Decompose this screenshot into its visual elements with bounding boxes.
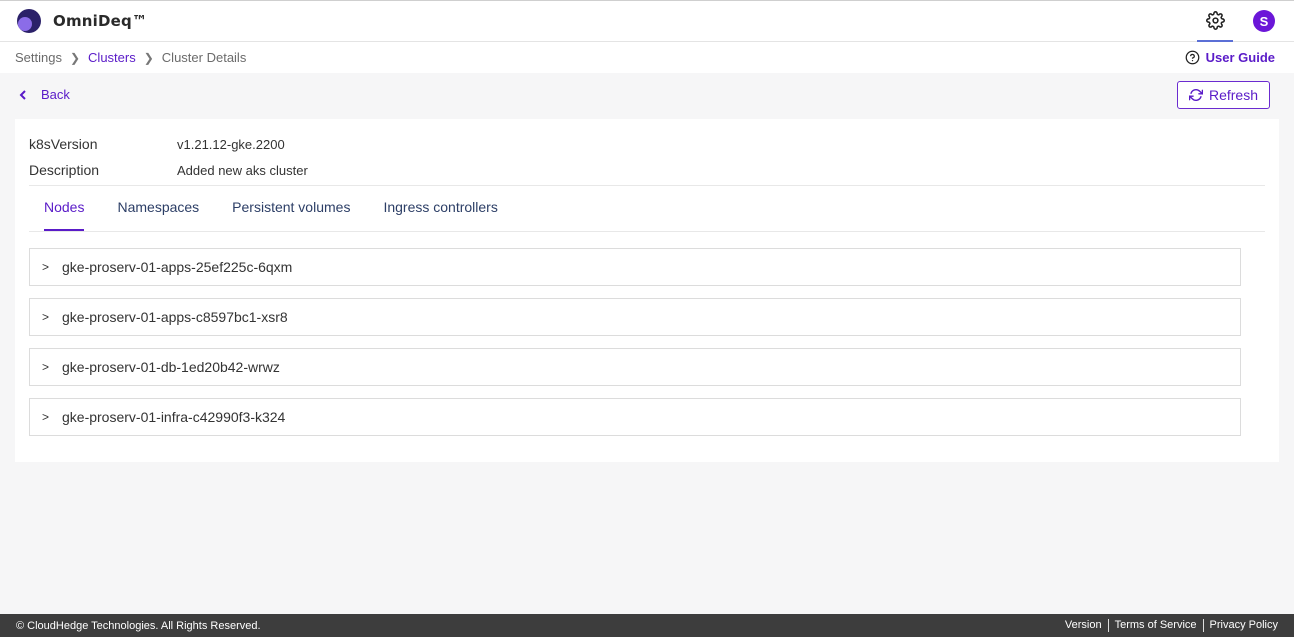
copyright-text: © CloudHedge Technologies. All Rights Re… — [16, 619, 261, 632]
help-circle-icon — [1185, 50, 1200, 65]
meta-key-description: Description — [29, 162, 100, 178]
list-item[interactable]: > gke-proserv-01-apps-c8597bc1-xsr8 — [29, 298, 1241, 336]
back-button[interactable]: Back — [19, 87, 70, 102]
footer-links: Version Terms of Service Privacy Policy — [1059, 619, 1278, 632]
chevron-right-icon: > — [42, 260, 50, 274]
meta-row: Description Added new aks cluster — [29, 157, 1265, 183]
tab-namespaces[interactable]: Namespaces — [117, 185, 199, 231]
tab-bar: Nodes Namespaces Persistent volumes Ingr… — [29, 185, 1265, 232]
tab-persistent-volumes[interactable]: Persistent volumes — [232, 185, 350, 231]
chevron-right-icon: > — [42, 360, 50, 374]
node-name: gke-proserv-01-db-1ed20b42-wrwz — [62, 359, 280, 375]
list-item[interactable]: > gke-proserv-01-apps-25ef225c-6qxm — [29, 248, 1241, 286]
meta-value-description: Added new aks cluster — [177, 162, 308, 178]
node-name: gke-proserv-01-infra-c42990f3-k324 — [62, 409, 286, 425]
breadcrumb: Settings ❯ Clusters ❯ Cluster Details — [15, 50, 246, 65]
refresh-button[interactable]: Refresh — [1176, 80, 1270, 109]
version-link[interactable]: Version — [1059, 619, 1108, 632]
refresh-icon — [1188, 88, 1203, 101]
user-avatar[interactable]: S — [1253, 10, 1275, 32]
meta-key-k8sversion: k8sVersion — [29, 136, 98, 152]
top-bar: OmniDeq™ S — [0, 1, 1294, 42]
omnideq-logo-icon — [17, 9, 41, 33]
chevron-right-icon: ❯ — [69, 50, 81, 65]
chevron-right-icon: > — [42, 310, 50, 324]
tab-nodes[interactable]: Nodes — [44, 185, 85, 231]
list-item[interactable]: > gke-proserv-01-db-1ed20b42-wrwz — [29, 348, 1241, 386]
brand[interactable]: OmniDeq™ — [17, 9, 147, 33]
back-label: Back — [41, 87, 70, 102]
node-list: > gke-proserv-01-apps-25ef225c-6qxm > gk… — [29, 248, 1241, 448]
action-row: Back Refresh — [0, 73, 1294, 116]
terms-of-service-link[interactable]: Terms of Service — [1107, 619, 1203, 632]
app-title: OmniDeq™ — [53, 12, 148, 30]
chevron-left-icon — [19, 89, 26, 100]
chevron-right-icon: > — [42, 410, 50, 424]
breadcrumb-settings[interactable]: Settings — [15, 50, 62, 65]
gear-icon — [1205, 10, 1225, 30]
breadcrumb-bar: Settings ❯ Clusters ❯ Cluster Details Us… — [0, 42, 1294, 73]
tab-ingress-controllers[interactable]: Ingress controllers — [383, 185, 497, 231]
node-name: gke-proserv-01-apps-25ef225c-6qxm — [62, 259, 293, 275]
cluster-meta: k8sVersion v1.21.12-gke.2200 Description… — [15, 119, 1279, 183]
user-guide-link[interactable]: User Guide — [1185, 50, 1275, 65]
breadcrumb-clusters[interactable]: Clusters — [88, 50, 136, 65]
meta-row: k8sVersion v1.21.12-gke.2200 — [29, 131, 1265, 157]
settings-button[interactable] — [1197, 1, 1233, 42]
breadcrumb-current: Cluster Details — [161, 50, 247, 65]
refresh-label: Refresh — [1208, 86, 1258, 103]
cluster-details-card: k8sVersion v1.21.12-gke.2200 Description… — [15, 119, 1279, 462]
footer: © CloudHedge Technologies. All Rights Re… — [0, 614, 1294, 637]
meta-value-k8sversion: v1.21.12-gke.2200 — [177, 136, 285, 152]
user-guide-label: User Guide — [1205, 50, 1275, 65]
privacy-policy-link[interactable]: Privacy Policy — [1202, 619, 1278, 632]
chevron-right-icon: ❯ — [143, 50, 154, 65]
list-item[interactable]: > gke-proserv-01-infra-c42990f3-k324 — [29, 398, 1241, 436]
node-name: gke-proserv-01-apps-c8597bc1-xsr8 — [62, 309, 288, 325]
